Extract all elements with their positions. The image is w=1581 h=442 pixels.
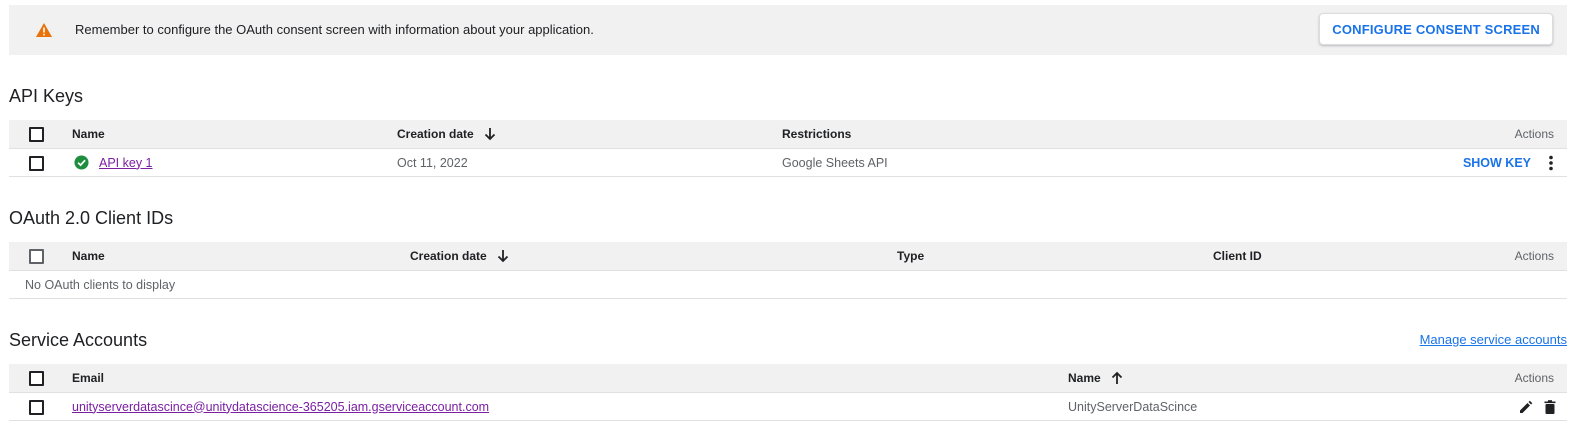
column-header-label: Name xyxy=(1068,371,1101,385)
column-header-type: Type xyxy=(897,249,925,263)
column-header-restrictions: Restrictions xyxy=(782,127,852,141)
warning-icon xyxy=(36,23,52,37)
api-key-name-cell: API key 1 xyxy=(74,149,153,176)
column-header-creation-date[interactable]: Creation date xyxy=(410,242,509,270)
arrow-down-icon xyxy=(484,128,495,141)
select-all-checkbox[interactable] xyxy=(29,127,44,142)
trash-icon xyxy=(1544,399,1556,414)
pencil-icon xyxy=(1520,400,1533,413)
table-header: Name Creation date Type Client ID Action… xyxy=(9,242,1567,271)
table-header: Name Creation date Restrictions Actions xyxy=(9,120,1567,149)
select-all-checkbox[interactable] xyxy=(29,249,44,264)
table-row: unityserverdatascince@unitydatascience-3… xyxy=(9,393,1567,421)
oauth-table: Name Creation date Type Client ID Action… xyxy=(9,242,1567,299)
api-keys-title: API Keys xyxy=(9,86,84,106)
service-account-email-cell: unityserverdatascince@unitydatascience-3… xyxy=(72,393,489,420)
configure-consent-screen-button[interactable]: CONFIGURE CONSENT SCREEN xyxy=(1319,13,1553,45)
manage-link-label: Manage service accounts xyxy=(1419,332,1567,347)
arrow-up-icon xyxy=(1111,371,1122,384)
column-header-name[interactable]: Name xyxy=(72,242,105,270)
show-key-label: SHOW KEY xyxy=(1462,155,1531,170)
credentials-page: Remember to configure the OAuth consent … xyxy=(0,0,1581,442)
select-all-checkbox[interactable] xyxy=(29,371,44,386)
column-header-label: Creation date xyxy=(397,127,474,141)
more-vert-icon xyxy=(1549,155,1553,170)
column-header-creation-date[interactable]: Creation date xyxy=(397,120,496,148)
edit-button[interactable] xyxy=(1517,393,1535,420)
banner-message: Remember to configure the OAuth consent … xyxy=(75,22,594,37)
arrow-down-icon xyxy=(497,250,508,263)
column-header-name[interactable]: Name xyxy=(1068,364,1123,392)
column-header-email[interactable]: Email xyxy=(72,364,104,392)
check-circle-icon xyxy=(74,155,89,170)
service-accounts-table: Email Name Actions unityserverdatascince… xyxy=(9,364,1567,421)
empty-state-row: No OAuth clients to display xyxy=(9,271,1567,299)
column-header-label: Creation date xyxy=(410,249,487,263)
row-checkbox[interactable] xyxy=(29,400,44,415)
empty-state-message: No OAuth clients to display xyxy=(25,277,176,292)
column-header-actions: Actions xyxy=(1514,371,1554,385)
manage-service-accounts-link[interactable]: Manage service accounts xyxy=(1420,332,1567,347)
delete-button[interactable] xyxy=(1541,393,1559,420)
table-header: Email Name Actions xyxy=(9,364,1567,393)
service-account-name-cell: UnityServerDataScince xyxy=(1068,399,1198,414)
column-header-actions: Actions xyxy=(1514,249,1554,263)
column-header-client-id: Client ID xyxy=(1213,249,1262,263)
api-key-link[interactable]: API key 1 xyxy=(99,156,153,170)
service-accounts-title: Service Accounts xyxy=(9,330,148,350)
api-keys-table: Name Creation date Restrictions Actions … xyxy=(9,120,1567,177)
table-row: API key 1 Oct 11, 2022 Google Sheets API… xyxy=(9,149,1567,177)
show-key-button[interactable]: SHOW KEY xyxy=(1463,149,1531,176)
service-account-email-link[interactable]: unityserverdatascince@unitydatascience-3… xyxy=(72,400,489,414)
oauth-title: OAuth 2.0 Client IDs xyxy=(9,208,174,228)
restrictions-cell: Google Sheets API xyxy=(782,155,888,170)
column-header-actions: Actions xyxy=(1514,127,1554,141)
row-checkbox[interactable] xyxy=(29,156,44,171)
consent-warning-banner: Remember to configure the OAuth consent … xyxy=(9,5,1567,55)
creation-date-cell: Oct 11, 2022 xyxy=(397,155,468,170)
more-actions-button[interactable] xyxy=(1542,149,1560,176)
column-header-name[interactable]: Name xyxy=(72,120,105,148)
